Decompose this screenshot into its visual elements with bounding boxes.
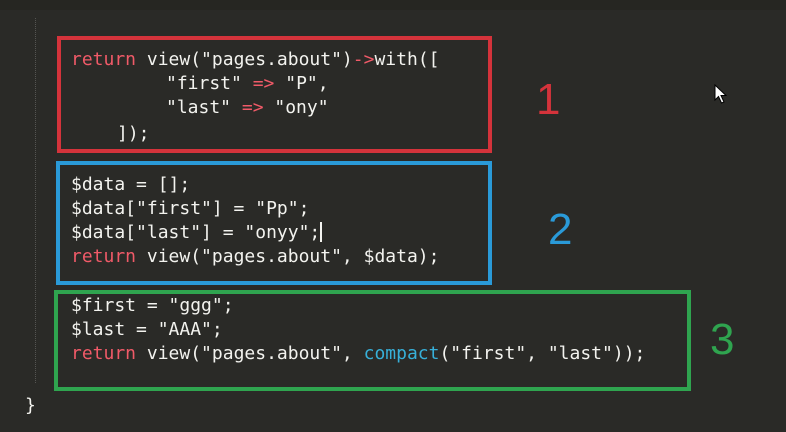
top-edge xyxy=(0,0,786,10)
code-text: ]); xyxy=(117,123,150,144)
code-line: return view("pages.about", $data); xyxy=(71,245,439,269)
box-label-3: 3 xyxy=(710,315,735,364)
keyword: return xyxy=(71,246,137,267)
function-name: compact xyxy=(363,343,440,364)
code-line: "first" => "P", xyxy=(166,72,329,96)
indent-guide xyxy=(35,18,36,383)
code-editor[interactable]: return view("pages.about")->with([ "firs… xyxy=(0,0,786,432)
code-text: "last" xyxy=(166,97,242,118)
code-text: "P", xyxy=(274,73,329,94)
code-line: return view("pages.about")->with([ xyxy=(71,48,440,72)
code-text: view("pages.about", $data); xyxy=(136,246,440,267)
code-line: $data["first"] = "Pp"; xyxy=(71,197,309,221)
box-label-1: 1 xyxy=(536,75,561,124)
code-line: $first = "ggg"; xyxy=(71,294,234,318)
keyword: return xyxy=(71,49,137,70)
code-line: return view("pages.about", compact("firs… xyxy=(71,342,645,366)
code-text: with([ xyxy=(374,49,440,70)
mouse-pointer-icon xyxy=(714,84,728,104)
code-text: $data = []; xyxy=(71,174,191,195)
text-caret xyxy=(320,222,323,242)
code-text: $data["last"] = "onyy"; xyxy=(71,222,321,243)
code-line: $last = "AAA"; xyxy=(71,318,223,342)
box-label-2: 2 xyxy=(548,205,573,254)
code-line: ]); xyxy=(117,122,150,146)
code-line: $data = []; xyxy=(71,173,190,197)
operator: => xyxy=(252,73,275,94)
code-line: $data["last"] = "onyy"; xyxy=(71,221,323,245)
code-text: $last = "AAA"; xyxy=(71,319,223,340)
code-text: view("pages.about") xyxy=(136,49,353,70)
arrow-operator: -> xyxy=(352,49,375,70)
code-text: ("first", "last")); xyxy=(439,343,646,364)
keyword: return xyxy=(71,343,137,364)
code-text: "first" xyxy=(166,73,253,94)
closing-brace: } xyxy=(25,395,36,416)
code-line: "last" => "ony" xyxy=(166,96,329,120)
code-text: $first = "ggg"; xyxy=(71,295,234,316)
code-text: "ony" xyxy=(263,97,329,118)
code-text: view("pages.about", xyxy=(136,343,364,364)
operator: => xyxy=(241,97,264,118)
code-text: $data["first"] = "Pp"; xyxy=(71,198,310,219)
